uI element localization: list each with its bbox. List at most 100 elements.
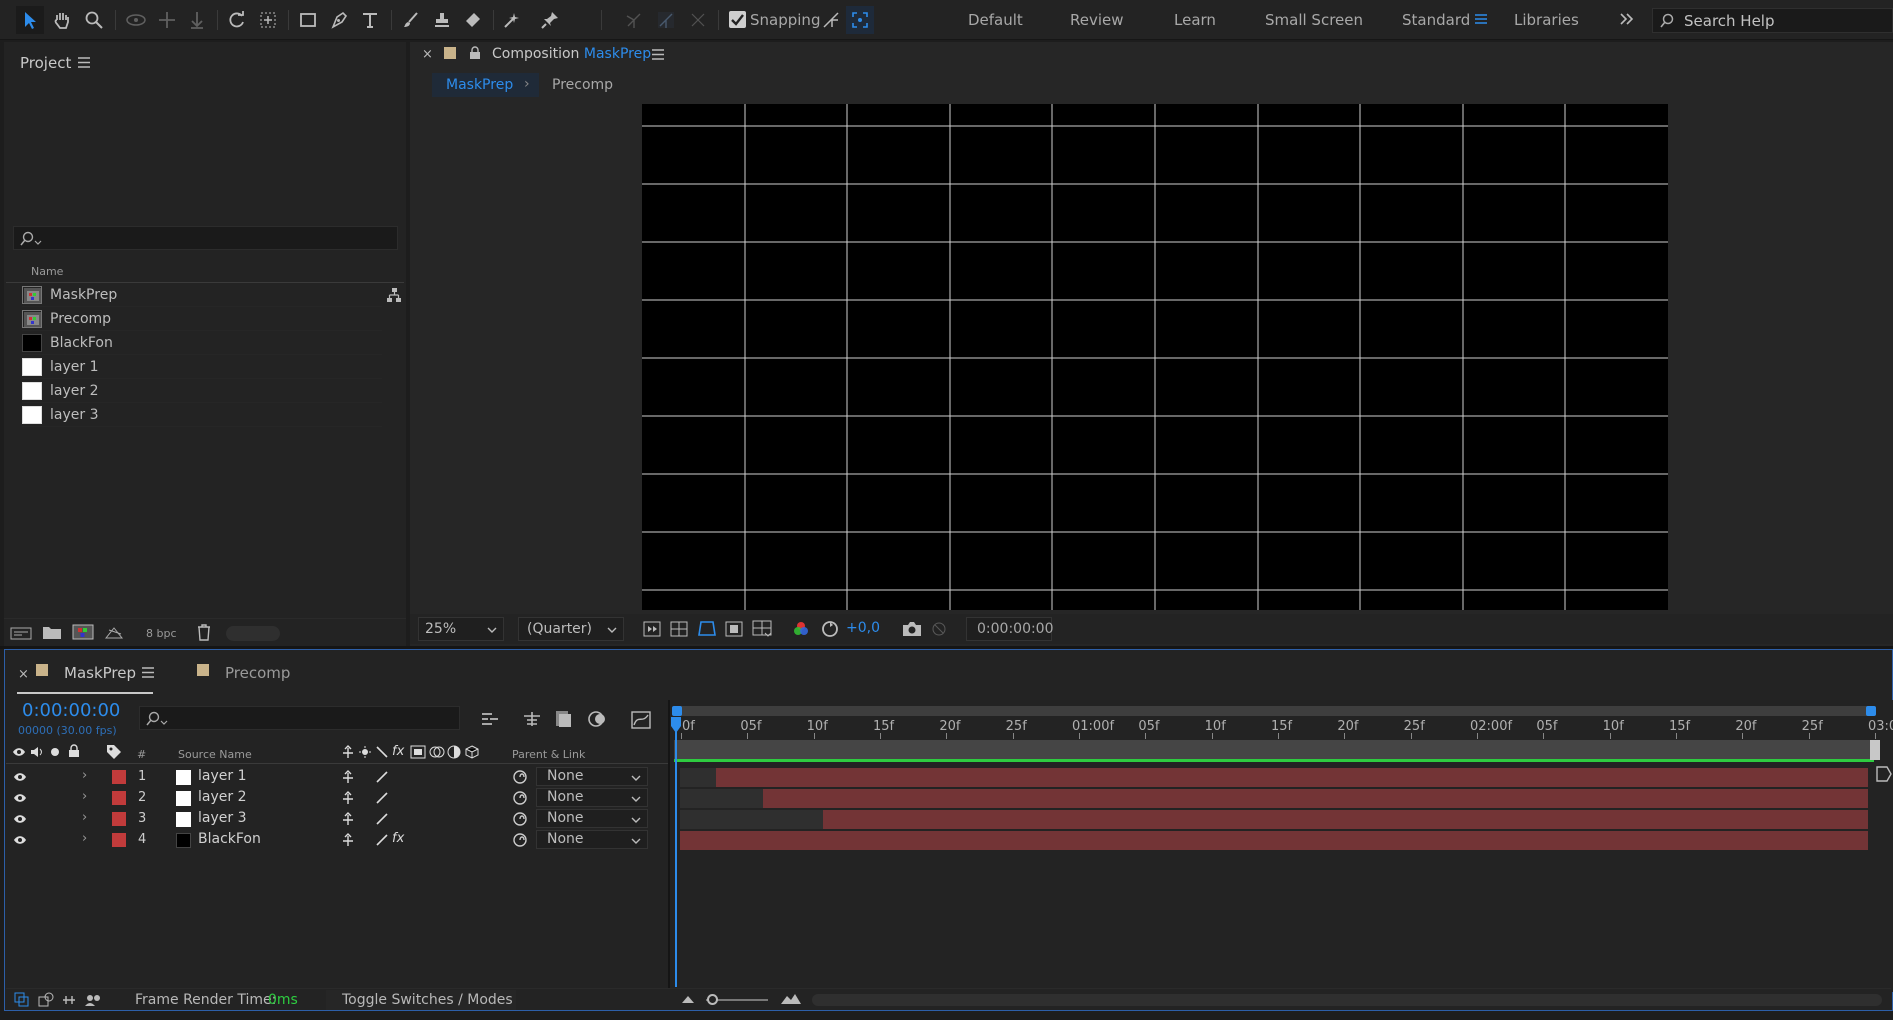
zoom-out-mountain-icon[interactable] xyxy=(681,993,695,1005)
playhead-handle-icon[interactable] xyxy=(670,716,682,734)
timeline-panel-menu-icon[interactable] xyxy=(142,667,154,678)
rectangle-tool-icon[interactable] xyxy=(294,6,322,34)
axis-local-icon[interactable] xyxy=(620,6,648,34)
expand-chevron-icon[interactable]: › xyxy=(82,810,87,825)
hand-tool-icon[interactable] xyxy=(48,6,76,34)
project-item[interactable]: MaskPrep xyxy=(22,283,382,307)
column-number[interactable]: # xyxy=(137,748,146,761)
close-icon[interactable]: × xyxy=(422,47,433,62)
time-navigator[interactable] xyxy=(674,706,1874,716)
layer-row[interactable]: › 2 layer 2 None xyxy=(6,787,674,808)
rotate-tool-icon[interactable] xyxy=(223,6,251,34)
fx-switch[interactable]: fx xyxy=(392,831,404,846)
zoom-in-mountain-icon[interactable] xyxy=(780,992,802,1006)
snap-edges-icon[interactable] xyxy=(817,6,845,34)
parent-dropdown[interactable]: None xyxy=(536,788,648,807)
reset-exposure-icon[interactable] xyxy=(821,620,839,638)
layer-duration-bar[interactable] xyxy=(716,768,1868,787)
breadcrumb-maskprep[interactable]: MaskPrep › xyxy=(432,73,539,97)
parent-dropdown[interactable]: None xyxy=(536,767,648,786)
overflow-chevron-icon[interactable] xyxy=(1619,12,1635,26)
breadcrumb-precomp[interactable]: Precomp xyxy=(552,77,613,93)
close-icon[interactable]: × xyxy=(18,667,29,682)
dolly-camera-icon[interactable] xyxy=(183,6,211,34)
timeline-horizontal-scrollbar[interactable] xyxy=(812,994,1882,1006)
brush-tool-icon[interactable] xyxy=(397,6,425,34)
project-item[interactable]: layer 2 xyxy=(22,379,382,403)
layer-name[interactable]: layer 1 xyxy=(198,768,246,784)
draft-3d-icon[interactable] xyxy=(522,710,542,728)
transparency-grid-icon[interactable] xyxy=(670,621,688,637)
eraser-icon[interactable] xyxy=(459,6,487,34)
composition-tab-title[interactable]: Composition MaskPrep xyxy=(492,46,651,62)
time-navigator-end-handle[interactable] xyxy=(1866,706,1876,716)
work-area-end-handle[interactable] xyxy=(1870,740,1880,760)
workspace-learn[interactable]: Learn xyxy=(1174,11,1216,29)
column-name[interactable]: Name xyxy=(31,265,63,278)
flowchart-icon[interactable] xyxy=(386,287,402,303)
type-tool-icon[interactable] xyxy=(356,6,384,34)
color-channels-icon[interactable] xyxy=(792,620,810,638)
grid-guides-icon[interactable] xyxy=(752,620,772,638)
project-item[interactable]: layer 3 xyxy=(22,403,382,427)
project-item[interactable]: Precomp xyxy=(22,307,382,331)
label-color-swatch[interactable] xyxy=(112,791,126,805)
project-item[interactable]: BlackFon xyxy=(22,331,382,355)
expand-chevron-icon[interactable]: › xyxy=(82,768,87,783)
parent-dropdown[interactable]: None xyxy=(536,809,648,828)
pan-behind-icon[interactable] xyxy=(254,6,282,34)
thumbnail-scroll[interactable] xyxy=(226,626,280,641)
label-color-swatch[interactable] xyxy=(112,833,126,847)
layer-duration-bar[interactable] xyxy=(763,789,1868,808)
snap-features-icon[interactable] xyxy=(846,6,874,34)
layer-duration-bar[interactable] xyxy=(823,810,1868,829)
pan-camera-icon[interactable] xyxy=(153,6,181,34)
column-parent-link[interactable]: Parent & Link xyxy=(512,748,585,761)
region-of-interest-icon[interactable] xyxy=(725,621,743,637)
composition-panel-menu-icon[interactable] xyxy=(652,49,664,60)
expand-chevron-icon[interactable]: › xyxy=(82,789,87,804)
exposure-value[interactable]: +0,0 xyxy=(846,620,880,636)
graph-editor-icon[interactable] xyxy=(630,708,652,730)
roto-brush-icon[interactable] xyxy=(499,6,527,34)
current-time-field[interactable]: 0:00:00:00 xyxy=(966,617,1054,641)
project-panel-menu-icon[interactable] xyxy=(78,57,90,68)
fast-previews-icon[interactable] xyxy=(643,621,661,637)
comp-mini-flowchart-icon[interactable] xyxy=(480,710,500,728)
snapping-checkbox[interactable] xyxy=(729,11,746,28)
workspace-default[interactable]: Default xyxy=(968,11,1023,29)
timeline-timecode[interactable]: 0:00:00:00 xyxy=(22,700,120,721)
zoom-tool-icon[interactable] xyxy=(80,6,108,34)
axis-view-icon[interactable] xyxy=(684,6,712,34)
workspace-menu-icon[interactable] xyxy=(1474,12,1488,26)
pen-tool-icon[interactable] xyxy=(325,6,353,34)
effects-switch-icon[interactable]: fx xyxy=(392,744,404,759)
bit-depth-label[interactable]: 8 bpc xyxy=(146,627,177,640)
puppet-pin-icon[interactable] xyxy=(536,6,564,34)
column-source-name[interactable]: Source Name xyxy=(178,748,252,761)
selection-tool-icon[interactable] xyxy=(16,6,44,34)
magnification-dropdown[interactable]: 25% xyxy=(418,617,504,641)
composition-viewer[interactable] xyxy=(642,104,1668,610)
timeline-column-divider[interactable] xyxy=(668,700,670,992)
work-area-bar[interactable] xyxy=(674,740,1874,759)
resolution-dropdown[interactable]: (Quarter) xyxy=(518,617,624,641)
layer-name[interactable]: BlackFon xyxy=(198,831,261,847)
playhead-line[interactable] xyxy=(675,722,677,987)
expand-chevron-icon[interactable]: › xyxy=(82,831,87,846)
label-color-swatch[interactable] xyxy=(112,770,126,784)
comp-marker-bin-icon[interactable] xyxy=(1875,765,1893,783)
label-color-swatch[interactable] xyxy=(112,812,126,826)
workspace-small-screen[interactable]: Small Screen xyxy=(1265,11,1363,29)
workspace-standard[interactable]: Standard xyxy=(1402,11,1470,29)
mask-visibility-icon[interactable] xyxy=(697,620,717,638)
clone-stamp-icon[interactable] xyxy=(428,6,456,34)
layer-row[interactable]: › 3 layer 3 None xyxy=(6,808,674,829)
workspace-review[interactable]: Review xyxy=(1070,11,1124,29)
layer-duration-bar[interactable] xyxy=(680,831,1868,850)
time-navigator-start-handle[interactable] xyxy=(672,706,682,716)
timeline-search-input[interactable] xyxy=(139,706,460,730)
layer-row[interactable]: › 1 layer 1 None xyxy=(6,766,674,787)
project-panel-title[interactable]: Project xyxy=(20,54,71,72)
axis-world-icon[interactable] xyxy=(652,6,680,34)
